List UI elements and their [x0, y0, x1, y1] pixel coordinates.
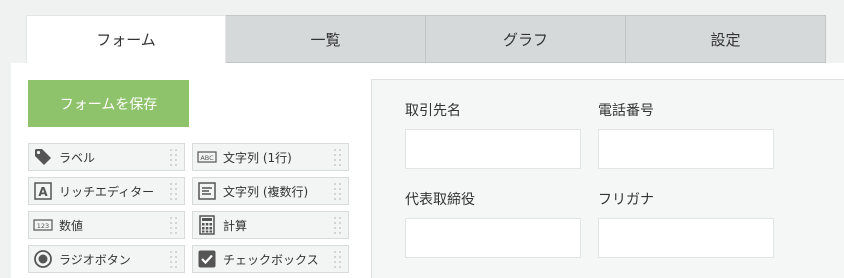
tab-label: フォーム [96, 31, 156, 49]
palette-item-text: 計算 [223, 218, 248, 233]
field-label-representative: 代表取締役 [405, 192, 475, 208]
field-label-company-name: 取引先名 [405, 103, 461, 119]
radio-button-icon [33, 249, 53, 269]
palette-item-checkbox[interactable]: チェックボックス [192, 245, 349, 273]
svg-text:123: 123 [37, 222, 49, 230]
multiline-text-icon [197, 181, 217, 201]
phone-number-field[interactable] [598, 129, 774, 169]
drag-handle-icon[interactable] [334, 183, 344, 201]
company-name-field[interactable] [405, 129, 581, 169]
drag-handle-icon[interactable] [170, 183, 180, 201]
tag-icon [33, 147, 53, 167]
drag-handle-icon[interactable] [170, 251, 180, 269]
representative-field[interactable] [405, 218, 581, 258]
palette-item-label[interactable]: ラベル [28, 143, 185, 171]
save-form-button[interactable]: フォームを保存 [28, 80, 189, 127]
palette-item-text: ラジオボタン [59, 252, 131, 267]
furigana-field[interactable] [598, 218, 774, 258]
tab-form[interactable]: フォーム [26, 15, 226, 64]
tab-label: 一覧 [310, 30, 341, 49]
checkbox-icon [197, 249, 217, 269]
drag-handle-icon[interactable] [334, 251, 344, 269]
palette-item-radio-button[interactable]: ラジオボタン [28, 245, 185, 273]
svg-text:A: A [38, 185, 48, 199]
palette-item-number[interactable]: 123 数値 [28, 211, 185, 239]
palette-item-text: 文字列 (複数行) [223, 184, 309, 199]
palette-item-text: リッチエディター [59, 184, 155, 199]
calculator-icon [197, 215, 217, 235]
palette-item-calculation[interactable]: 計算 [192, 211, 349, 239]
tab-settings[interactable]: 設定 [626, 15, 826, 63]
tab-bar: フォーム 一覧 グラフ 設定 [26, 15, 826, 64]
tab-list[interactable]: 一覧 [226, 15, 426, 63]
rich-editor-icon: A [33, 181, 53, 201]
svg-text:ABC: ABC [200, 154, 214, 162]
save-form-label: フォームを保存 [59, 95, 158, 112]
drag-handle-icon[interactable] [170, 149, 180, 167]
palette-item-single-line-text[interactable]: ABC 文字列 (1行) [192, 143, 349, 171]
field-label-furigana: フリガナ [598, 192, 654, 208]
tab-label: 設定 [710, 30, 741, 49]
drag-handle-icon[interactable] [334, 149, 344, 167]
palette-item-multi-line-text[interactable]: 文字列 (複数行) [192, 177, 349, 205]
abc-text-icon: ABC [197, 147, 217, 167]
drag-handle-icon[interactable] [334, 217, 344, 235]
palette-item-text: 数値 [59, 218, 84, 233]
tab-graph[interactable]: グラフ [426, 15, 626, 63]
palette-item-text: チェックボックス [223, 252, 319, 267]
drag-handle-icon[interactable] [170, 217, 180, 235]
palette-item-text: 文字列 (1行) [223, 150, 292, 165]
tab-label: グラフ [502, 30, 548, 49]
palette-item-text: ラベル [59, 150, 96, 165]
number-123-icon: 123 [33, 215, 53, 235]
palette-item-rich-editor[interactable]: A リッチエディター [28, 177, 185, 205]
field-label-phone-number: 電話番号 [598, 103, 654, 119]
